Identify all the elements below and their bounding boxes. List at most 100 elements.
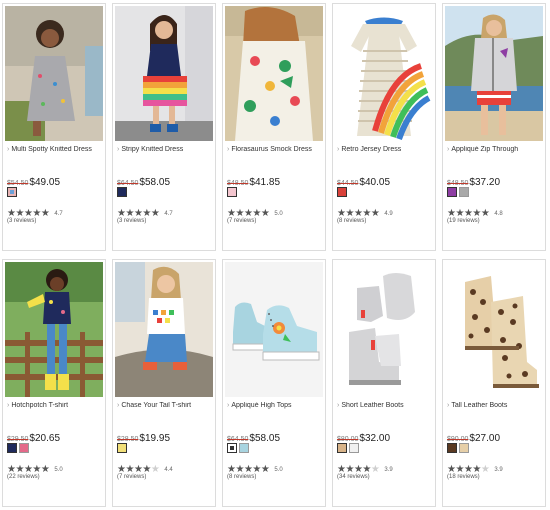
rating-score: 4.4 [164,466,173,473]
star-rating: ★★★★★ 5.0 [7,461,63,474]
product-name[interactable]: Appliqué High Tops [227,402,325,409]
review-count[interactable]: (18 reviews) [447,474,480,480]
sale-price: $20.65 [29,433,61,444]
original-price: $48.50 [447,180,469,187]
review-count[interactable]: (3 reviews) [117,218,146,224]
rating-score: 4.7 [164,210,173,217]
color-swatch[interactable] [447,187,457,197]
review-count[interactable]: (34 reviews) [337,474,370,480]
product-card[interactable]: Appliqué High Tops $64.50$58.05 ★★★★★5.0… [222,259,326,507]
original-price: $90.00 [447,436,469,443]
star-icon: ★ [260,207,270,219]
color-swatch[interactable] [349,443,359,453]
review-count[interactable]: (8 reviews) [227,474,256,480]
color-swatch[interactable] [459,443,469,453]
star-icon: ★ [480,207,490,219]
product-photo[interactable] [225,262,323,397]
review-count[interactable]: (19 reviews) [447,218,480,224]
color-swatch[interactable] [239,443,249,453]
color-swatch[interactable] [459,187,469,197]
color-swatches [117,187,129,197]
color-swatch[interactable] [19,443,29,453]
original-price: $64.50 [117,180,139,187]
product-photo[interactable] [115,262,213,397]
review-count[interactable]: (7 reviews) [117,474,146,480]
sale-price: $37.20 [469,177,501,188]
product-card[interactable]: Florasaurus Smock Dress $48.50$41.85 ★★★… [222,3,326,251]
original-price: $80.00 [337,436,359,443]
sale-price: $40.05 [359,177,391,188]
color-swatches [227,443,251,453]
product-name[interactable]: Appliqué Zip Through [447,146,545,153]
product-name[interactable]: Hotchpotch T-shirt [7,402,105,409]
original-price: $54.50 [7,180,29,187]
product-card[interactable]: Stripy Knitted Dress $64.50$58.05 ★★★★★4… [112,3,216,251]
rating-score: 3.9 [494,466,503,473]
color-swatches [447,187,471,197]
review-count[interactable]: (3 reviews) [7,218,36,224]
rating-score: 4.8 [494,210,503,217]
sale-price: $49.05 [29,177,61,188]
product-card[interactable]: Appliqué Zip Through $48.50$37.20 ★★★★★4… [442,3,546,251]
rating-score: 5.0 [274,466,283,473]
star-icon: ★ [40,463,50,475]
product-photo[interactable] [115,6,213,141]
star-rating: ★★★★★ 4.8 [447,205,503,218]
product-photo[interactable] [445,6,543,141]
product-name[interactable]: Florasaurus Smock Dress [227,146,325,153]
original-price: $48.50 [227,180,249,187]
color-swatch[interactable] [227,187,237,197]
star-rating: ★★★★★ 5.0 [227,461,283,474]
product-card[interactable]: Chase Your Tail T-shirt $28.50$19.95 ★★★… [112,259,216,507]
color-swatches [337,443,361,453]
product-name[interactable]: Chase Your Tail T-shirt [117,402,215,409]
original-price: $29.50 [7,436,29,443]
color-swatch[interactable] [7,443,17,453]
star-rating: ★★★★★ 3.9 [447,461,503,474]
color-swatch[interactable] [227,443,237,453]
color-swatch[interactable] [337,443,347,453]
product-photo[interactable] [5,6,103,141]
product-card[interactable]: Retro Jersey Dress $44.50$40.05 ★★★★★4.9… [332,3,436,251]
product-name[interactable]: Multi Spotty Knitted Dress [7,146,105,153]
review-count[interactable]: (22 reviews) [7,474,40,480]
sale-price: $32.00 [359,433,391,444]
product-card[interactable]: Hotchpotch T-shirt $29.50$20.65 ★★★★★5.0… [2,259,106,507]
color-swatch[interactable] [337,187,347,197]
color-swatches [7,187,19,197]
product-card[interactable]: Short Leather Boots $80.00$32.00 ★★★★★3.… [332,259,436,507]
original-price: $64.50 [227,436,249,443]
rating-score: 4.9 [384,210,393,217]
sale-price: $27.00 [469,433,501,444]
product-photo[interactable] [335,6,433,141]
review-count[interactable]: (7 reviews) [227,218,256,224]
color-swatch[interactable] [117,443,127,453]
star-icon: ★ [40,207,50,219]
color-swatches [447,443,471,453]
rating-score: 5.0 [54,466,63,473]
product-grid: Multi Spotty Knitted Dress $54.50$49.05 … [2,3,548,508]
star-rating: ★★★★★ 4.7 [117,205,173,218]
product-card[interactable]: Multi Spotty Knitted Dress $54.50$49.05 … [2,3,106,251]
product-photo[interactable] [225,6,323,141]
product-card[interactable]: Tall Leather Boots $90.00$27.00 ★★★★★3.9… [442,259,546,507]
rating-score: 4.7 [54,210,63,217]
product-name[interactable]: Short Leather Boots [337,402,435,409]
color-swatches [117,443,129,453]
star-icon: ★ [370,207,380,219]
sale-price: $58.05 [139,177,171,188]
color-swatch[interactable] [117,187,127,197]
star-rating: ★★★★★ 4.4 [117,461,173,474]
sale-price: $58.05 [249,433,281,444]
product-name[interactable]: Stripy Knitted Dress [117,146,215,153]
sale-price: $19.95 [139,433,171,444]
sale-price: $41.85 [249,177,281,188]
product-photo[interactable] [5,262,103,397]
product-name[interactable]: Tall Leather Boots [447,402,545,409]
product-name[interactable]: Retro Jersey Dress [337,146,435,153]
review-count[interactable]: (8 reviews) [337,218,366,224]
product-photo[interactable] [445,262,543,397]
product-photo[interactable] [335,262,433,397]
color-swatch[interactable] [447,443,457,453]
color-swatch[interactable] [7,187,17,197]
